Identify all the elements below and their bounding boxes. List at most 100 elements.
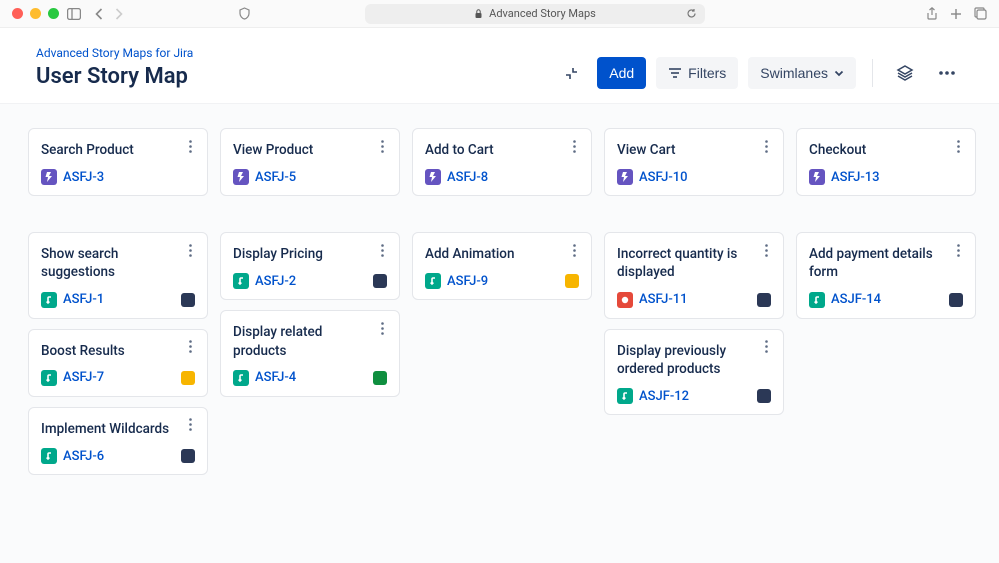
card-footer: ASFJ-1 <box>41 292 195 308</box>
card-menu-icon[interactable] <box>565 241 583 259</box>
new-tab-icon[interactable] <box>950 7 962 20</box>
card-title: Display related products <box>233 323 387 359</box>
epic-icon <box>233 169 249 185</box>
card-menu-icon[interactable] <box>181 416 199 434</box>
status-chip <box>181 371 195 385</box>
epic-card[interactable]: Search Product ASFJ-3 <box>28 128 208 196</box>
address-bar[interactable]: Advanced Story Maps <box>365 4 705 24</box>
tabs-icon[interactable] <box>974 7 987 20</box>
privacy-indicator-icon[interactable] <box>238 7 251 20</box>
board-column: Search Product ASFJ-3 Show search sugges… <box>28 128 208 475</box>
card-menu-icon[interactable] <box>373 137 391 155</box>
add-button[interactable]: Add <box>597 57 646 89</box>
card-footer: ASFJ-9 <box>425 273 579 289</box>
card-menu-icon[interactable] <box>949 137 967 155</box>
issue-key[interactable]: ASFJ-1 <box>63 292 104 307</box>
address-text: Advanced Story Maps <box>489 7 596 20</box>
issue-key[interactable]: ASFJ-6 <box>63 449 104 464</box>
issue-key[interactable]: ASFJ-4 <box>255 370 296 385</box>
card-footer: ASJF-12 <box>617 388 771 404</box>
story-icon <box>41 370 57 386</box>
story-icon <box>425 273 441 289</box>
status-chip <box>373 274 387 288</box>
status-chip <box>181 449 195 463</box>
issue-key[interactable]: ASFJ-11 <box>639 292 688 307</box>
card-menu-icon[interactable] <box>373 319 391 337</box>
epic-card[interactable]: Add to Cart ASFJ-8 <box>412 128 592 196</box>
status-chip <box>373 371 387 385</box>
maximize-window-icon[interactable] <box>48 8 59 19</box>
issue-key[interactable]: ASFJ-8 <box>447 170 488 185</box>
card-menu-icon[interactable] <box>181 137 199 155</box>
story-icon <box>809 292 825 308</box>
story-card[interactable]: Boost Results ASFJ-7 <box>28 329 208 397</box>
board-column: Add to Cart ASFJ-8 Add Animation ASFJ-9 <box>412 128 592 300</box>
chevron-down-icon <box>834 70 844 77</box>
card-title: Add Animation <box>425 245 579 263</box>
minimize-window-icon[interactable] <box>30 8 41 19</box>
card-title: Incorrect quantity is displayed <box>617 245 771 281</box>
forward-button[interactable] <box>114 8 123 20</box>
story-card[interactable]: Incorrect quantity is displayed ASFJ-11 <box>604 232 784 318</box>
story-card[interactable]: Display previously ordered products ASJF… <box>604 329 784 415</box>
card-menu-icon[interactable] <box>757 338 775 356</box>
card-footer: ASJF-14 <box>809 292 963 308</box>
card-footer: ASFJ-3 <box>41 169 195 185</box>
epic-card[interactable]: View Cart ASFJ-10 <box>604 128 784 196</box>
add-button-label: Add <box>609 65 634 81</box>
card-menu-icon[interactable] <box>181 338 199 356</box>
story-card[interactable]: Display Pricing ASFJ-2 <box>220 232 400 300</box>
card-title: Add to Cart <box>425 141 579 159</box>
card-footer: ASFJ-5 <box>233 169 387 185</box>
window-controls <box>12 8 59 19</box>
card-footer: ASFJ-6 <box>41 448 195 464</box>
issue-key[interactable]: ASFJ-13 <box>831 170 880 185</box>
story-card[interactable]: Implement Wildcards ASFJ-6 <box>28 407 208 475</box>
story-card[interactable]: Add Animation ASFJ-9 <box>412 232 592 300</box>
back-button[interactable] <box>95 8 104 20</box>
card-menu-icon[interactable] <box>181 241 199 259</box>
issue-key[interactable]: ASFJ-2 <box>255 274 296 289</box>
share-icon[interactable] <box>926 7 938 20</box>
reload-icon[interactable] <box>686 8 697 19</box>
breadcrumb[interactable]: Advanced Story Maps for Jira <box>36 46 193 60</box>
card-menu-icon[interactable] <box>373 241 391 259</box>
issue-key[interactable]: ASFJ-3 <box>63 170 104 185</box>
story-card[interactable]: Display related products ASFJ-4 <box>220 310 400 396</box>
card-menu-icon[interactable] <box>757 241 775 259</box>
close-window-icon[interactable] <box>12 8 23 19</box>
more-actions-icon[interactable] <box>931 57 963 89</box>
swimlanes-button[interactable]: Swimlanes <box>748 57 856 89</box>
filters-label: Filters <box>688 65 726 81</box>
card-footer: ASFJ-11 <box>617 292 771 308</box>
card-menu-icon[interactable] <box>757 137 775 155</box>
collapse-icon[interactable] <box>555 57 587 89</box>
board-container: Search Product ASFJ-3 Show search sugges… <box>0 104 999 563</box>
epic-card[interactable]: Checkout ASFJ-13 <box>796 128 976 196</box>
issue-key[interactable]: ASFJ-9 <box>447 274 488 289</box>
epic-card[interactable]: View Product ASFJ-5 <box>220 128 400 196</box>
story-card[interactable]: Show search suggestions ASFJ-1 <box>28 232 208 318</box>
issue-key[interactable]: ASJF-14 <box>831 292 881 307</box>
story-card[interactable]: Add payment details form ASJF-14 <box>796 232 976 318</box>
filters-button[interactable]: Filters <box>656 57 738 89</box>
lock-icon <box>474 9 483 19</box>
issue-key[interactable]: ASJF-12 <box>639 389 689 404</box>
card-menu-icon[interactable] <box>565 137 583 155</box>
card-footer: ASFJ-8 <box>425 169 579 185</box>
story-icon <box>233 273 249 289</box>
sidebar-toggle-icon[interactable] <box>67 8 81 20</box>
epic-icon <box>617 169 633 185</box>
card-title: Add payment details form <box>809 245 963 281</box>
card-footer: ASFJ-2 <box>233 273 387 289</box>
issue-key[interactable]: ASFJ-7 <box>63 370 104 385</box>
card-title: View Cart <box>617 141 771 159</box>
issue-key[interactable]: ASFJ-5 <box>255 170 296 185</box>
card-menu-icon[interactable] <box>949 241 967 259</box>
card-title: Search Product <box>41 141 195 159</box>
status-chip <box>757 293 771 307</box>
card-title: Show search suggestions <box>41 245 195 281</box>
layers-icon[interactable] <box>889 57 921 89</box>
status-chip <box>565 274 579 288</box>
issue-key[interactable]: ASFJ-10 <box>639 170 688 185</box>
